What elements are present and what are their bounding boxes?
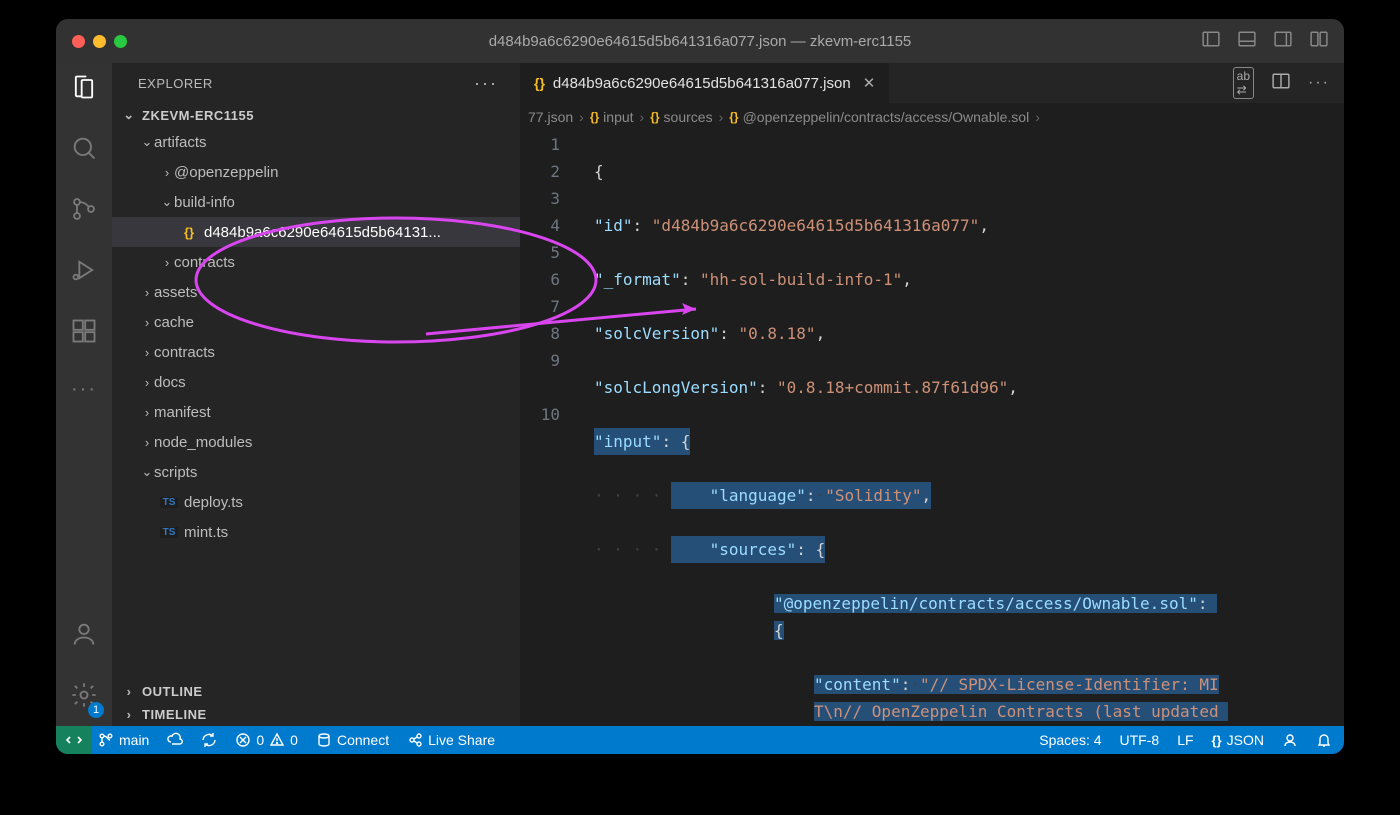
extensions-icon[interactable]: [70, 317, 98, 350]
folder-artifacts[interactable]: ⌄artifacts: [112, 127, 520, 157]
file-mint-ts[interactable]: TSmint.ts: [112, 517, 520, 547]
window-title: d484b9a6c6290e64615d5b641316a077.json — …: [56, 33, 1344, 50]
panel-bottom-icon[interactable]: [1238, 30, 1256, 53]
activity-bar: ··· 1: [56, 63, 112, 726]
debug-icon[interactable]: [70, 256, 98, 289]
bell-icon[interactable]: [1316, 732, 1332, 748]
status-language[interactable]: {}JSON: [1212, 732, 1264, 748]
folder-contracts[interactable]: ›contracts: [112, 337, 520, 367]
json-icon: {}: [180, 225, 198, 240]
status-encoding[interactable]: UTF-8: [1120, 732, 1160, 748]
tab-label: d484b9a6c6290e64615d5b641316a077.json: [553, 75, 851, 92]
file-json-selected[interactable]: {}d484b9a6c6290e64615d5b64131...: [112, 217, 520, 247]
status-bar: main 0 0 Connect Live Share Spaces: 4 UT…: [56, 726, 1344, 754]
breadcrumb[interactable]: 77.json› {}input› {}sources› {}@openzepp…: [520, 103, 1344, 131]
editor: {} d484b9a6c6290e64615d5b641316a077.json…: [520, 63, 1344, 726]
sync-icon[interactable]: [201, 732, 217, 748]
folder-openzeppelin[interactable]: ›@openzeppelin: [112, 157, 520, 187]
errors-warnings[interactable]: 0 0: [235, 732, 298, 748]
folder-docs[interactable]: ›docs: [112, 367, 520, 397]
braces-icon: {}: [590, 110, 599, 124]
code-area[interactable]: 12345678910 { "id": "d484b9a6c6290e64615…: [520, 131, 1344, 726]
connect-button[interactable]: Connect: [316, 732, 389, 748]
timeline-section[interactable]: ›TIMELINE: [112, 703, 520, 726]
split-icon[interactable]: [1272, 72, 1290, 95]
line-gutter: 12345678910: [520, 131, 580, 726]
braces-icon: {}: [1212, 733, 1222, 748]
ts-icon: TS: [160, 497, 178, 508]
folder-cache[interactable]: ›cache: [112, 307, 520, 337]
search-icon[interactable]: [70, 134, 98, 167]
ts-icon: TS: [160, 527, 178, 538]
settings-icon[interactable]: 1: [70, 681, 98, 714]
file-deploy-ts[interactable]: TSdeploy.ts: [112, 487, 520, 517]
editor-tab[interactable]: {} d484b9a6c6290e64615d5b641316a077.json…: [520, 63, 890, 103]
remote-button[interactable]: [56, 726, 92, 754]
panel-right-icon[interactable]: [1274, 30, 1292, 53]
braces-icon: {}: [729, 110, 738, 124]
feedback-icon[interactable]: [1282, 732, 1298, 748]
account-icon[interactable]: [70, 620, 98, 653]
folder-scripts[interactable]: ⌄scripts: [112, 457, 520, 487]
file-tree: ⌄artifacts ›@openzeppelin ⌄build-info {}…: [112, 127, 520, 680]
folder-node-modules[interactable]: ›node_modules: [112, 427, 520, 457]
panel-left-icon[interactable]: [1202, 30, 1220, 53]
settings-badge: 1: [88, 702, 104, 718]
window-minimize-button[interactable]: [93, 35, 106, 48]
window-close-button[interactable]: [72, 35, 85, 48]
more-icon[interactable]: ···: [1308, 74, 1330, 92]
outline-section[interactable]: ›OUTLINE: [112, 680, 520, 703]
sidebar-more-icon[interactable]: ···: [474, 73, 498, 94]
json-icon: {}: [534, 75, 545, 91]
more-icon[interactable]: ···: [71, 378, 97, 401]
code-content[interactable]: { "id": "d484b9a6c6290e64615d5b641316a07…: [580, 131, 1344, 726]
layout-icon[interactable]: [1310, 30, 1328, 53]
folder-build-info[interactable]: ⌄build-info: [112, 187, 520, 217]
sidebar: EXPLORER ··· ⌄ ZKEVM-ERC1155 ⌄artifacts …: [112, 63, 520, 726]
explorer-icon[interactable]: [70, 73, 98, 106]
status-eol[interactable]: LF: [1177, 732, 1193, 748]
braces-icon: {}: [650, 110, 659, 124]
cloud-sync-icon[interactable]: [167, 732, 183, 748]
source-control-icon[interactable]: [70, 195, 98, 228]
live-share-button[interactable]: Live Share: [407, 732, 495, 748]
status-spaces[interactable]: Spaces: 4: [1039, 732, 1101, 748]
tabs-row: {} d484b9a6c6290e64615d5b641316a077.json…: [520, 63, 1344, 103]
sidebar-title: EXPLORER: [138, 76, 213, 91]
close-icon[interactable]: ✕: [863, 74, 876, 92]
folder-contracts-inner[interactable]: ›contracts: [112, 247, 520, 277]
project-section[interactable]: ⌄ ZKEVM-ERC1155: [112, 103, 520, 127]
git-branch[interactable]: main: [98, 732, 149, 748]
project-name: ZKEVM-ERC1155: [142, 108, 254, 123]
folder-assets[interactable]: ›assets: [112, 277, 520, 307]
window-maximize-button[interactable]: [114, 35, 127, 48]
ab-icon[interactable]: ab⇄: [1233, 67, 1254, 99]
folder-manifest[interactable]: ›manifest: [112, 397, 520, 427]
titlebar: d484b9a6c6290e64615d5b641316a077.json — …: [56, 19, 1344, 63]
